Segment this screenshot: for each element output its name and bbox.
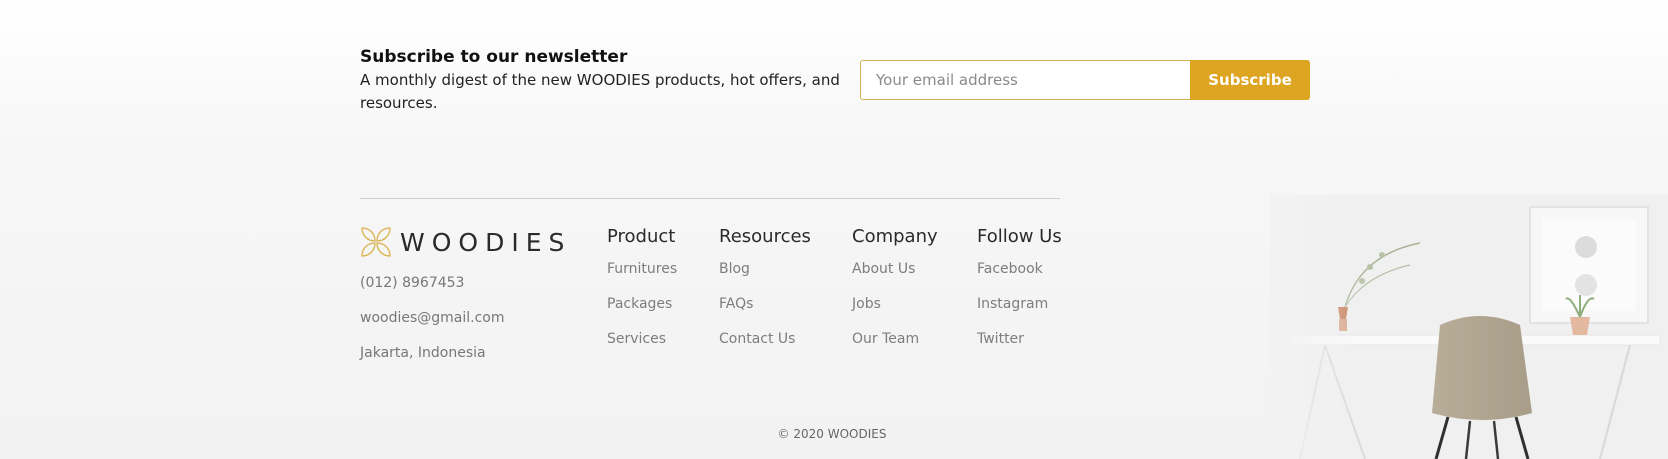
copyright-text: © 2020 WOODIES bbox=[777, 427, 887, 441]
column-title: Follow Us bbox=[977, 226, 1062, 247]
contact-info: (012) 8967453 woodies@gmail.com Jakarta,… bbox=[360, 273, 505, 378]
column-title: Product bbox=[607, 226, 676, 247]
link-instagram[interactable]: Instagram bbox=[977, 294, 1062, 329]
column-title: Resources bbox=[719, 226, 811, 247]
link-services[interactable]: Services bbox=[607, 329, 677, 364]
link-furnitures[interactable]: Furnitures bbox=[607, 259, 677, 294]
link-twitter[interactable]: Twitter bbox=[977, 329, 1062, 364]
link-our-team[interactable]: Our Team bbox=[852, 329, 938, 364]
link-packages[interactable]: Packages bbox=[607, 294, 677, 329]
footer-column-product: Product Furnitures Packages Services bbox=[607, 224, 677, 364]
link-blog[interactable]: Blog bbox=[719, 259, 811, 294]
subscribe-form: Subscribe bbox=[860, 60, 1310, 100]
footer-divider bbox=[360, 198, 1060, 199]
workspace-photo bbox=[1270, 195, 1668, 459]
link-contact-us[interactable]: Contact Us bbox=[719, 329, 811, 364]
contact-email: woodies@gmail.com bbox=[360, 310, 505, 326]
link-faqs[interactable]: FAQs bbox=[719, 294, 811, 329]
newsletter-section: Subscribe to our newsletter A monthly di… bbox=[360, 46, 840, 115]
email-input[interactable] bbox=[860, 60, 1190, 100]
brand[interactable]: WOODIES bbox=[360, 226, 571, 258]
contact-phone: (012) 8967453 bbox=[360, 275, 465, 291]
link-about-us[interactable]: About Us bbox=[852, 259, 938, 294]
petal-flower-logo-icon bbox=[361, 227, 391, 257]
link-facebook[interactable]: Facebook bbox=[977, 259, 1062, 294]
footer-column-follow-us: Follow Us Facebook Instagram Twitter bbox=[977, 224, 1062, 364]
newsletter-title: Subscribe to our newsletter bbox=[360, 47, 628, 67]
contact-location: Jakarta, Indonesia bbox=[360, 345, 486, 361]
subscribe-button[interactable]: Subscribe bbox=[1190, 60, 1310, 100]
footer-column-resources: Resources Blog FAQs Contact Us bbox=[719, 224, 811, 364]
column-title: Company bbox=[852, 226, 938, 247]
footer-column-company: Company About Us Jobs Our Team bbox=[852, 224, 938, 364]
brand-name: WOODIES bbox=[400, 227, 572, 257]
link-jobs[interactable]: Jobs bbox=[852, 294, 938, 329]
newsletter-description: A monthly digest of the new WOODIES prod… bbox=[360, 71, 840, 112]
